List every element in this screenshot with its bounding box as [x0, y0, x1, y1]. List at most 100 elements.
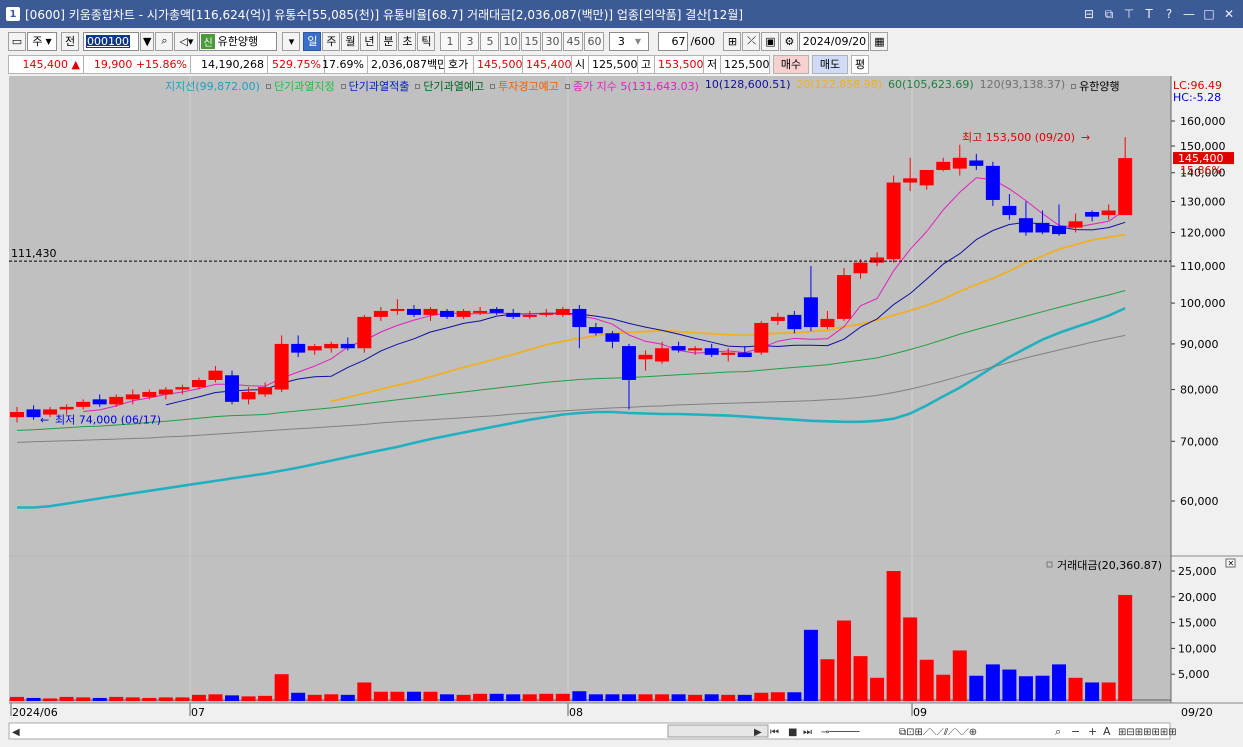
legend-short-release: 단기과열적출: [348, 80, 410, 93]
sell-button[interactable]: 매도: [812, 54, 848, 74]
chart-area[interactable]: 160,000 150,000 140,000 130,000 120,000 110,0…: [0, 76, 1243, 747]
interval-45[interactable]: 45: [563, 31, 584, 51]
tab-day[interactable]: 일: [303, 31, 322, 51]
font-icon[interactable]: T: [1141, 6, 1157, 22]
screen-link-icon[interactable]: ⊟: [1081, 6, 1097, 22]
close-icon[interactable]: ✕: [1221, 6, 1237, 22]
sound-icon[interactable]: ◁▾: [174, 31, 199, 51]
stop-icon[interactable]: ■: [788, 727, 797, 738]
zoom-in-icon[interactable]: +: [1088, 725, 1097, 738]
legend-support: 지지선(99,872.00): [165, 80, 260, 93]
tab-second[interactable]: 초: [398, 31, 417, 51]
pin-icon[interactable]: ⊤: [1121, 6, 1137, 22]
quote-label: 호가: [444, 54, 474, 74]
volume-bar: [969, 675, 984, 701]
candle-body: [456, 310, 471, 317]
settings-gear-icon[interactable]: ⚙: [780, 31, 799, 51]
interval-3[interactable]: 3: [460, 31, 480, 51]
stock-code-input[interactable]: 000100: [83, 31, 139, 51]
volume-bar: [770, 692, 785, 701]
zoom-slider-icon[interactable]: ⊸─────: [821, 727, 860, 738]
bar-count-input[interactable]: 67: [658, 31, 689, 51]
candle-body: [59, 406, 74, 410]
volume-bar: [1002, 669, 1017, 701]
minimize-icon[interactable]: —: [1181, 6, 1197, 22]
stock-name-chevron[interactable]: ▾: [282, 31, 301, 51]
period-select[interactable]: 주 ▼: [27, 31, 57, 51]
help-icon[interactable]: ?: [1161, 6, 1177, 22]
chevron-down-icon: ▼: [45, 36, 52, 46]
candle-body: [489, 308, 504, 313]
drawing-tools-icon[interactable]: ⧉⊡⊞⟋⟍⟋⫽⟋⟍⟋⊕: [899, 727, 977, 738]
calendar-icon[interactable]: ▦: [870, 31, 889, 51]
candle-body: [274, 343, 289, 390]
title-buttons: ⊟ ⧉ ⊤ T ? — □ ✕: [1081, 0, 1237, 28]
candle-body: [870, 257, 885, 263]
copy-window-icon[interactable]: ⧉: [1101, 6, 1117, 22]
volume-bar: [588, 694, 603, 701]
title-bar: 1 [0600] 키움종합차트 - 시가총액[116,624(억)] 유통수[5…: [0, 0, 1243, 28]
scrollbar-thumb[interactable]: [667, 724, 769, 738]
stock-name: 유한양행: [217, 35, 259, 48]
interval-1[interactable]: 1: [440, 31, 460, 51]
scroll-first-icon[interactable]: ⏮: [770, 727, 779, 738]
tab-month[interactable]: 월: [341, 31, 360, 51]
scroll-left-icon[interactable]: ◀: [12, 727, 20, 738]
scroll-right-icon[interactable]: ▶: [754, 727, 762, 738]
candle-body: [340, 343, 355, 349]
maximize-icon[interactable]: □: [1201, 6, 1217, 22]
layout-icon[interactable]: ▭: [8, 31, 26, 51]
scroll-last-icon[interactable]: ⏭: [803, 727, 812, 738]
legend-close-ma5-item: 종가 지수 5(131,643.03): [564, 78, 699, 94]
candle-body: [969, 160, 984, 166]
volume-bar: [621, 694, 636, 701]
tab-week[interactable]: 주: [322, 31, 341, 51]
volume-bar: [307, 694, 322, 701]
interval-15[interactable]: 15: [521, 31, 542, 51]
price-tick-label: 80,000: [1180, 384, 1219, 397]
candle-body: [688, 348, 703, 351]
interval-10[interactable]: 10: [500, 31, 521, 51]
save-icon[interactable]: ▣: [761, 31, 780, 51]
volume-bar: [208, 694, 223, 701]
zoom-out-icon[interactable]: −: [1071, 725, 1080, 738]
candle-body: [737, 352, 752, 358]
buy-button[interactable]: 매수: [773, 54, 809, 74]
high-price: 153,500: [654, 54, 704, 74]
search-icon[interactable]: ⌕: [155, 31, 174, 51]
candle-body: [671, 346, 686, 351]
period-select-value: 주: [32, 35, 43, 48]
code-dropdown-icon[interactable]: ▼: [140, 31, 155, 51]
interval-60[interactable]: 60: [584, 31, 605, 51]
interval-select[interactable]: 3 ▼: [609, 31, 650, 51]
volume-bar: [803, 629, 818, 701]
prev-button[interactable]: 전: [61, 31, 79, 51]
price-tick-label: 100,000: [1180, 297, 1226, 310]
indicator-icon[interactable]: ⊞: [723, 31, 742, 51]
volume-bar: [258, 695, 273, 701]
extra-tools-icon[interactable]: ⊞⊟⊞⊞⊞⊞⊞: [1118, 727, 1177, 738]
volume-bar: [754, 692, 769, 701]
legend-square-icon: [490, 84, 496, 89]
horizontal-scrollbar[interactable]: [8, 722, 1171, 740]
candle-body: [621, 346, 636, 380]
low-annotation: 최저 74,000 (06/17): [55, 414, 161, 427]
chart-canvas[interactable]: 160,000150,000140,000130,000120,000110,0…: [0, 76, 1243, 747]
tab-minute[interactable]: 분: [379, 31, 398, 51]
candle-body: [919, 169, 934, 186]
interval-30[interactable]: 30: [542, 31, 563, 51]
text-tool-icon[interactable]: A: [1103, 725, 1111, 738]
tab-year[interactable]: 년: [360, 31, 379, 51]
average-button[interactable]: 평: [851, 54, 869, 74]
date-input[interactable]: 2024/09/20: [799, 31, 870, 51]
candle-body: [588, 327, 603, 334]
crosshair-icon[interactable]: ⤫: [742, 31, 761, 51]
volume-bar: [241, 696, 256, 701]
volume-ratio: 529.75%: [267, 54, 325, 74]
interval-5[interactable]: 5: [480, 31, 500, 51]
tab-tick[interactable]: 틱: [417, 31, 436, 51]
zoom-icon[interactable]: ⌕: [1055, 725, 1061, 738]
stock-name-box[interactable]: 신 유한양행: [199, 31, 278, 51]
window-number-badge[interactable]: 1: [6, 7, 20, 21]
candle-body: [158, 389, 173, 395]
